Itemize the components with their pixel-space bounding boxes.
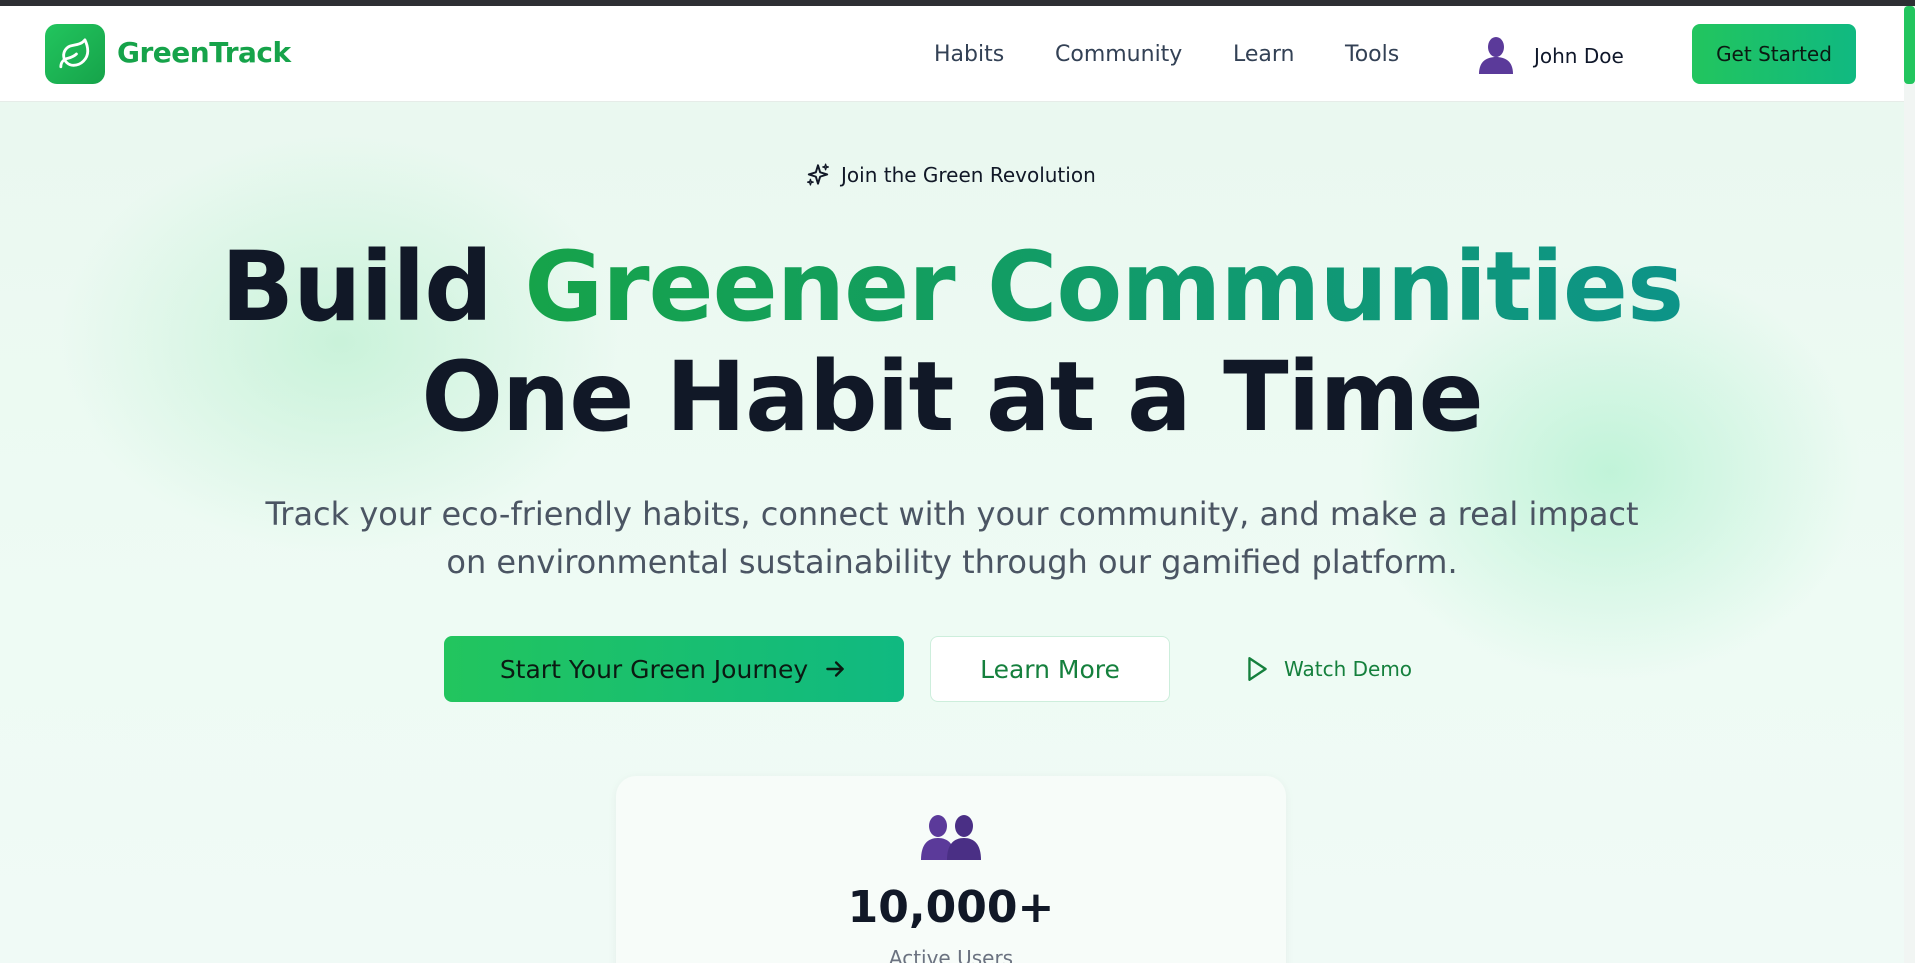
headline-highlight: Greener Communities [524, 231, 1684, 343]
nav-item-tools[interactable]: Tools [1345, 42, 1399, 67]
brand-logo[interactable] [45, 24, 105, 84]
arrow-right-icon [826, 661, 844, 677]
nav-item-learn[interactable]: Learn [1233, 42, 1295, 67]
play-icon [1248, 657, 1267, 681]
watch-demo-link[interactable]: Watch Demo [1244, 655, 1412, 683]
nav-item-community[interactable]: Community [1055, 42, 1182, 67]
nav-item-habits[interactable]: Habits [934, 42, 1004, 67]
get-started-button[interactable]: Get Started [1692, 24, 1856, 84]
hero-section: Join the Green Revolution Build Greener … [0, 102, 1904, 963]
start-journey-label: Start Your Green Journey [499, 654, 809, 684]
stat-card-users: 10,000+ Active Users [616, 776, 1286, 963]
user-avatar-icon[interactable] [1476, 34, 1516, 74]
hero-headline: Build Greener Communities One Habit at a… [0, 232, 1904, 452]
brand-name[interactable]: GreenTrack [117, 36, 291, 69]
users-icon [921, 815, 981, 860]
headline-part1: Build [220, 231, 525, 343]
learn-more-button[interactable]: Learn More [930, 636, 1170, 702]
user-name[interactable]: John Doe [1534, 44, 1624, 68]
hero-badge-text: Join the Green Revolution [841, 163, 1096, 187]
stat-label: Active Users [888, 946, 1014, 963]
hero-badge: Join the Green Revolution [805, 162, 1096, 188]
watch-demo-label: Watch Demo [1284, 657, 1413, 681]
scrollbar-track[interactable] [1904, 6, 1915, 963]
start-journey-button[interactable]: Start Your Green Journey [444, 636, 904, 702]
stat-value: 10,000+ [847, 882, 1055, 933]
headline-line2: One Habit at a Time [421, 341, 1483, 453]
site-header: GreenTrack Habits Community Learn Tools … [0, 6, 1904, 102]
sparkles-icon [806, 163, 830, 186]
scrollbar-thumb[interactable] [1904, 6, 1915, 84]
leaf-icon [59, 38, 90, 69]
hero-subtitle: Track your eco-friendly habits, connect … [265, 495, 1639, 581]
